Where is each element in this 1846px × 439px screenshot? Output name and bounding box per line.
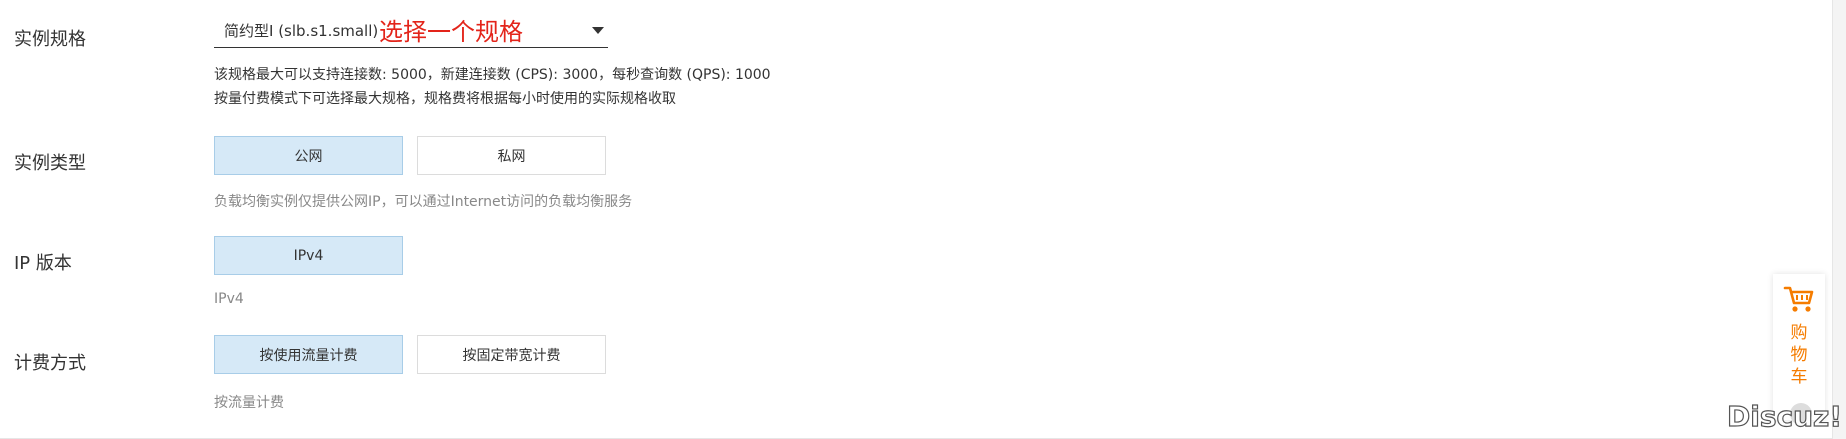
cart-button[interactable]: 购 物 车 — [1773, 274, 1825, 420]
discuz-watermark: Discuz! — [1726, 399, 1843, 433]
type-option-public[interactable]: 公网 — [214, 136, 403, 175]
spec-hint-annotation: 选择一个规格 — [379, 18, 523, 46]
type-desc: 负载均衡实例仅提供公网IP，可以通过Internet访问的负载均衡服务 — [214, 194, 633, 210]
type-label: 实例类型 — [14, 153, 86, 174]
spec-desc-line1: 该规格最大可以支持连接数: 5000，新建连接数 (CPS): 3000，每秒查… — [214, 67, 771, 83]
scrollbar[interactable] — [1832, 0, 1846, 439]
spec-select[interactable]: 简约型I (slb.s1.small) 选择一个规格 — [214, 12, 608, 48]
type-option-private[interactable]: 私网 — [417, 136, 606, 175]
spec-select-value: 简约型I (slb.s1.small) — [224, 22, 379, 40]
spec-desc-line2: 按量付费模式下可选择最大规格，规格费将根据每小时使用的实际规格收取 — [214, 91, 676, 107]
cart-label: 购 物 车 — [1790, 323, 1808, 387]
billing-label: 计费方式 — [14, 353, 86, 374]
ip-option-ipv4[interactable]: IPv4 — [214, 236, 403, 275]
billing-option-traffic[interactable]: 按使用流量计费 — [214, 335, 403, 374]
chevron-down-icon[interactable] — [592, 27, 604, 34]
spec-label: 实例规格 — [14, 29, 86, 50]
billing-desc: 按流量计费 — [214, 395, 284, 411]
cart-icon — [1783, 286, 1814, 312]
billing-option-bandwidth[interactable]: 按固定带宽计费 — [417, 335, 606, 374]
ip-desc: IPv4 — [214, 291, 244, 307]
ip-label: IP 版本 — [14, 253, 72, 274]
